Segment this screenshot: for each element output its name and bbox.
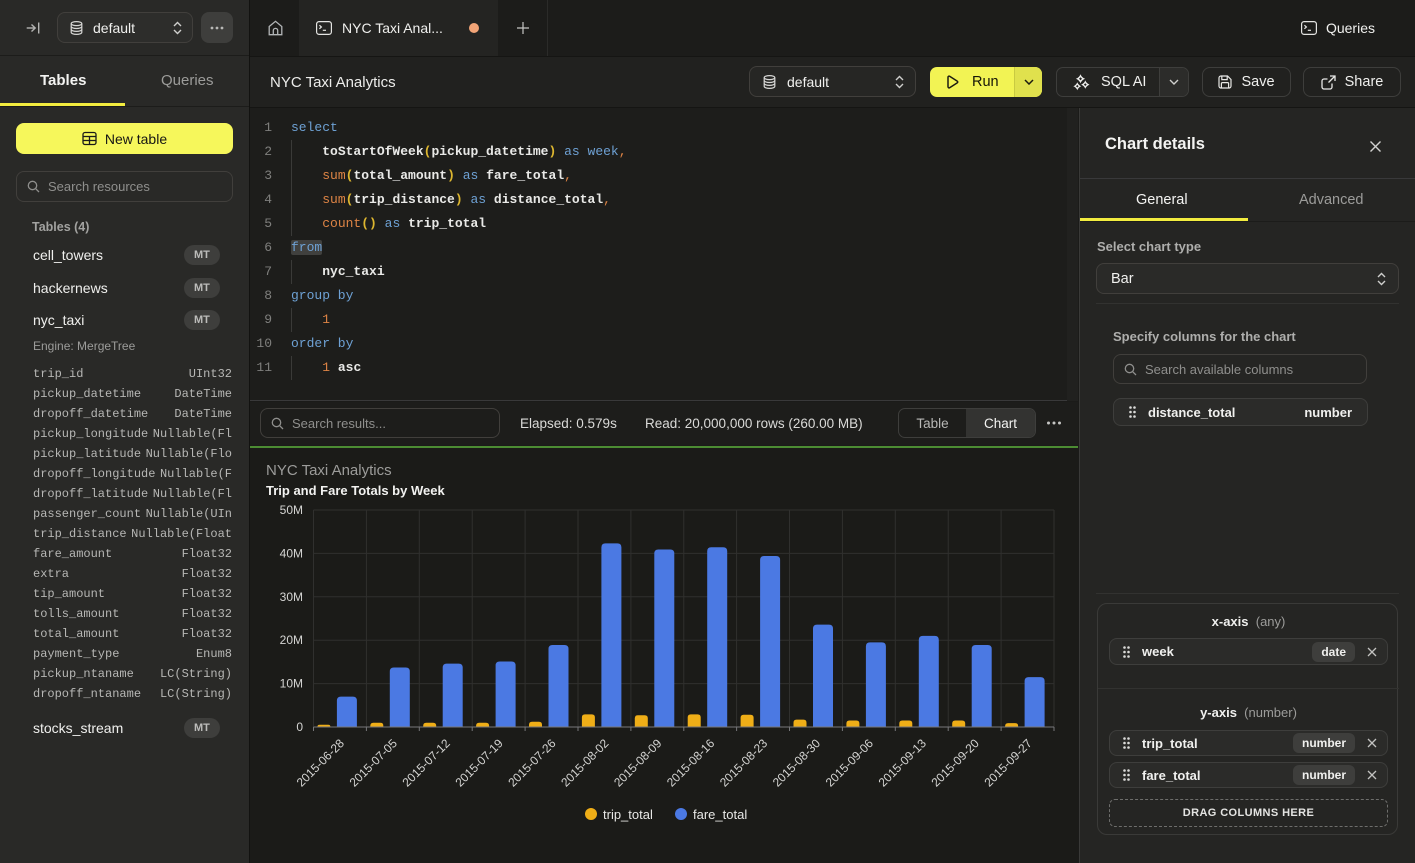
svg-text:fare_total: fare_total xyxy=(693,807,747,822)
svg-text:Trip and Fare Totals by Week: Trip and Fare Totals by Week xyxy=(266,483,445,498)
svg-text:20M: 20M xyxy=(280,633,303,647)
svg-text:40M: 40M xyxy=(280,546,303,560)
svg-text:trip_total: trip_total xyxy=(603,807,653,822)
svg-text:10M: 10M xyxy=(280,677,303,691)
svg-text:50M: 50M xyxy=(280,503,303,517)
svg-text:NYC Taxi Analytics: NYC Taxi Analytics xyxy=(266,462,392,479)
svg-text:0: 0 xyxy=(296,720,303,734)
svg-text:30M: 30M xyxy=(280,590,303,604)
